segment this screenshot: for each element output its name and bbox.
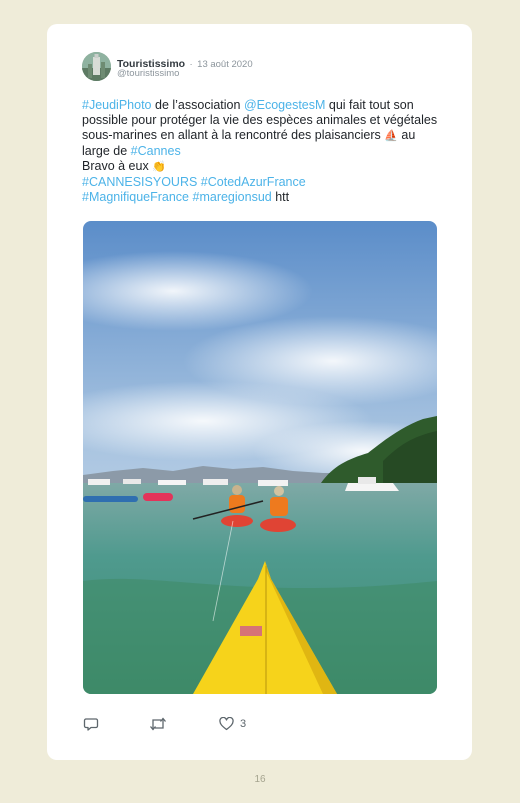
avatar[interactable] xyxy=(82,52,111,81)
hashtag-cotedazurfrance[interactable]: #CotedAzurFrance xyxy=(201,175,306,189)
tweet-text: #JeudiPhoto de l’association @EcogestesM… xyxy=(82,98,442,205)
author-handle[interactable]: @touristissimo xyxy=(117,68,179,79)
hashtag-jeudiphoto[interactable]: #JeudiPhoto xyxy=(82,98,152,112)
hashtag-cannes[interactable]: #Cannes xyxy=(131,144,181,158)
heart-icon xyxy=(219,717,234,731)
hashtag-cannesisyours[interactable]: #CANNESISYOURS xyxy=(82,175,197,189)
retweet-icon xyxy=(149,716,167,732)
like-count: 3 xyxy=(240,718,247,730)
sailboat-emoji: ⛵ xyxy=(384,130,398,142)
retweet-button[interactable] xyxy=(149,714,167,734)
tweet-card: Touristissimo · 13 août 2020 @touristiss… xyxy=(47,24,472,760)
like-button[interactable]: 3 xyxy=(219,714,246,734)
clap-emoji: 👏 xyxy=(152,161,166,173)
text-segment: htt xyxy=(271,190,290,204)
hashtag-maregionsud[interactable]: #maregionsud xyxy=(193,190,272,204)
mention-ecogestesm[interactable]: @EcogestesM xyxy=(244,98,325,112)
hashtag-magnifiquefrance[interactable]: #MagnifiqueFrance xyxy=(82,190,189,204)
tweet-photo[interactable] xyxy=(83,221,437,694)
reply-icon xyxy=(83,716,99,732)
tweet-header: Touristissimo · 13 août 2020 @touristiss… xyxy=(82,52,442,82)
text-segment: Bravo à eux xyxy=(82,159,153,173)
separator-dot: · xyxy=(189,59,193,70)
post-date[interactable]: 13 août 2020 xyxy=(197,59,252,70)
text-segment: de l’association xyxy=(151,98,244,112)
page-number: 16 xyxy=(254,774,266,785)
tweet-actions: 3 xyxy=(83,714,333,734)
reply-button[interactable] xyxy=(83,714,99,734)
